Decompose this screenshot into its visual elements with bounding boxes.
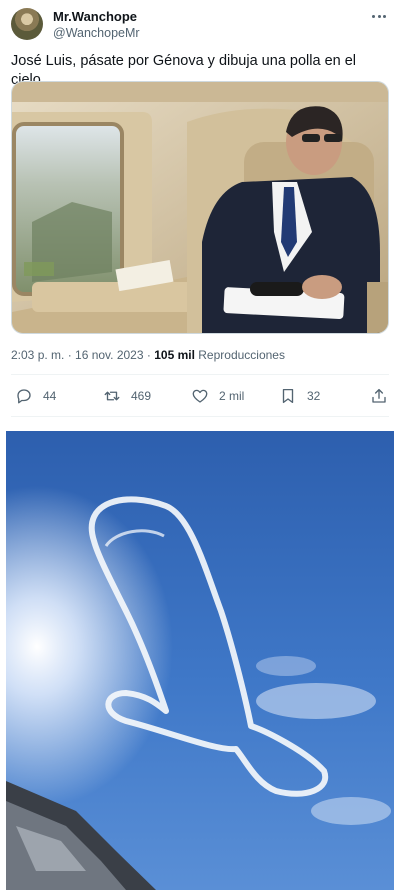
retweet-count: 469 [131, 389, 152, 403]
more-options-icon[interactable] [369, 8, 389, 24]
tweet-timestamp[interactable]: 2:03 p. m. · 16 nov. 2023 [11, 348, 144, 362]
retweet-icon [104, 391, 120, 401]
tweet-card: Mr.Wanchope @WanchopeMr José Luis, pásat… [0, 0, 400, 420]
bookmark-count: 32 [307, 389, 321, 403]
author-handle[interactable]: @WanchopeMr [53, 25, 140, 41]
skywriting-photo[interactable] [6, 431, 394, 890]
like-button[interactable]: 2 mil [191, 387, 244, 405]
author-display-name[interactable]: Mr.Wanchope [53, 9, 140, 25]
retweet-button[interactable]: 469 [103, 387, 151, 405]
bookmark-button[interactable]: 32 [279, 387, 320, 405]
author-info: Mr.Wanchope @WanchopeMr [53, 9, 140, 41]
bookmark-icon [282, 388, 294, 404]
like-count: 2 mil [219, 389, 245, 403]
tweet-photo[interactable] [11, 81, 389, 334]
divider [11, 374, 389, 375]
like-icon [192, 389, 208, 403]
sky-drawing-image [6, 431, 394, 890]
reply-count: 44 [43, 389, 57, 403]
helicopter-cabin-image [12, 82, 388, 333]
tweet-meta: 2:03 p. m. · 16 nov. 2023 · 105 mil Repr… [11, 347, 285, 363]
divider [11, 416, 389, 417]
views-count: 105 mil [154, 348, 195, 362]
tweet-actions: 44 469 2 mil 32 [11, 376, 389, 416]
avatar[interactable] [11, 8, 43, 40]
share-button[interactable] [370, 387, 388, 405]
share-icon [372, 388, 386, 403]
reply-button[interactable]: 44 [15, 387, 56, 405]
reply-icon [17, 389, 31, 404]
views-label: Reproducciones [198, 348, 285, 362]
